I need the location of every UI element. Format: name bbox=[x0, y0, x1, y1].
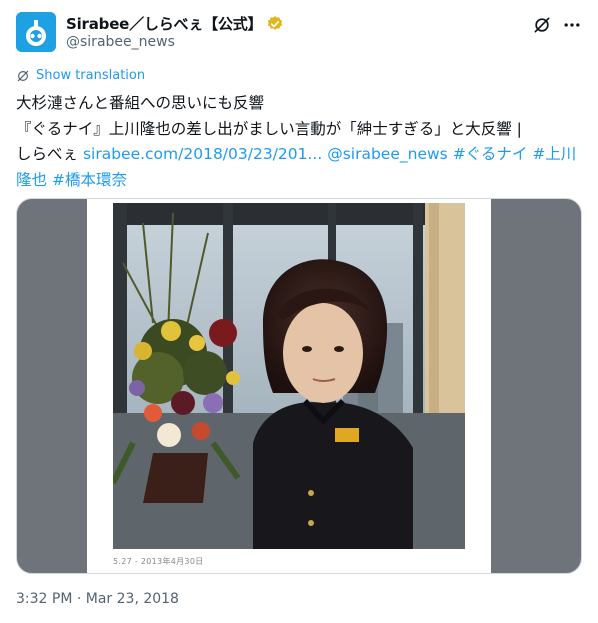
tweet-media[interactable]: 5.27 - 2013年4月30日 bbox=[16, 198, 582, 574]
grok-icon[interactable] bbox=[532, 15, 552, 35]
more-options-icon[interactable] bbox=[562, 15, 582, 35]
hashtag-gurunai[interactable]: #ぐるナイ bbox=[453, 145, 528, 163]
tweet-line-1: 大杉漣さんと番組への思いにも反響 bbox=[16, 94, 265, 112]
mention-link[interactable]: @sirabee_news bbox=[327, 145, 448, 163]
photo-caption: 5.27 - 2013年4月30日 bbox=[113, 557, 204, 566]
avatar[interactable] bbox=[16, 12, 56, 52]
tweet-text: 大杉漣さんと番組への思いにも反響 『ぐるナイ』上川隆也の差し出がましい言動が「紳… bbox=[16, 91, 582, 193]
sirabee-logo-icon bbox=[16, 12, 56, 52]
show-translation-link[interactable]: Show translation bbox=[16, 68, 145, 83]
tweet-header: Sirabee／しらべぇ【公式】 @sirabee_news bbox=[16, 12, 582, 56]
translate-icon bbox=[17, 70, 29, 81]
photo-image bbox=[113, 203, 465, 549]
display-name[interactable]: Sirabee／しらべぇ【公式】 bbox=[66, 13, 263, 34]
tweet-line-3-prefix: しらべぇ bbox=[16, 145, 83, 163]
photo-card: 5.27 - 2013年4月30日 bbox=[87, 199, 491, 573]
article-link[interactable]: sirabee.com/2018/03/23/201... bbox=[83, 145, 322, 163]
embedded-photo[interactable] bbox=[113, 203, 465, 549]
hashtag-hashimoto[interactable]: #橋本環奈 bbox=[52, 171, 127, 189]
verified-badge-icon[interactable] bbox=[266, 15, 284, 33]
name-row: Sirabee／しらべぇ【公式】 bbox=[66, 13, 284, 34]
tweet-timestamp[interactable]: 3:32 PM · Mar 23, 2018 bbox=[16, 591, 179, 607]
handle[interactable]: @sirabee_news bbox=[66, 34, 175, 50]
show-translation-label: Show translation bbox=[36, 68, 146, 83]
tweet-line-2: 『ぐるナイ』上川隆也の差し出がましい言動が「紳士すぎる」と大反響 | bbox=[16, 119, 522, 138]
